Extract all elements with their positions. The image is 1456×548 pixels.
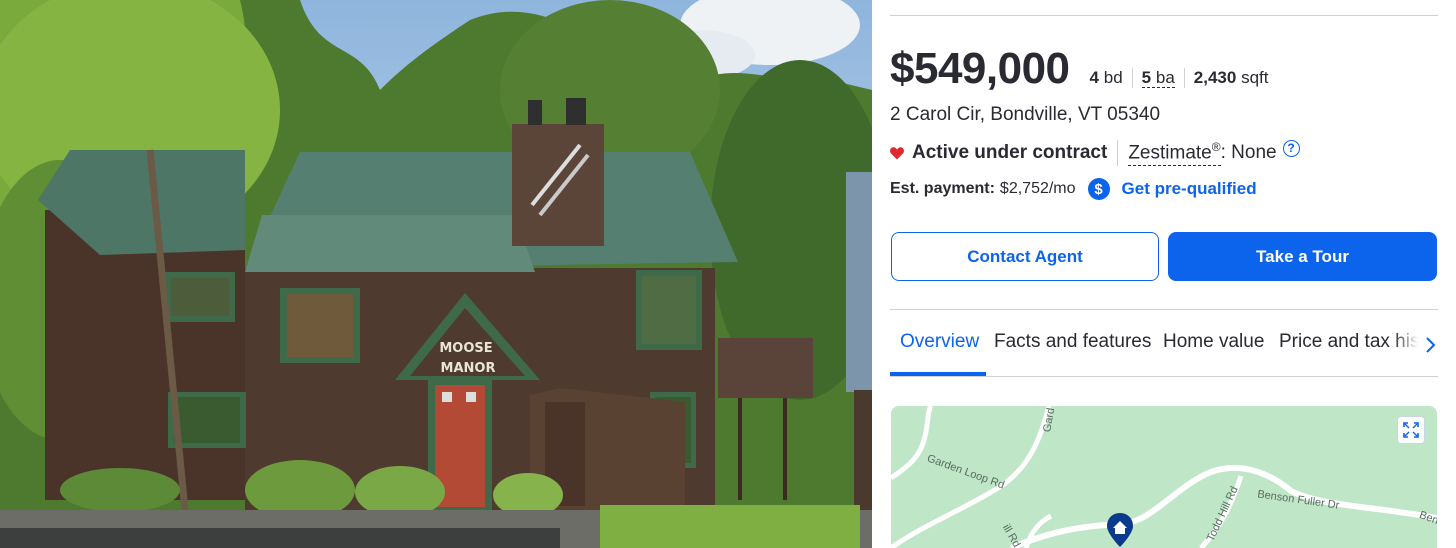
zestimate-value: : None [1220,142,1277,163]
beds-unit: bd [1103,68,1123,87]
dollar-icon: $ [1087,178,1110,200]
listing-summary-panel: $549,000 4 bd 5 ba 2,430 sqft 2 Carol Ci… [890,0,1438,548]
expand-icon[interactable] [1397,416,1425,444]
tab-home-value[interactable]: Home value [1163,331,1264,353]
baths-fact[interactable]: 5 ba [1131,68,1184,88]
baths-tooltip-trigger[interactable]: 5 ba [1141,68,1175,88]
listing-price: $549,000 [890,44,1070,93]
beds-value: 4 [1089,68,1099,87]
zestimate-reg: ® [1211,140,1221,155]
top-divider [890,15,1438,16]
section-divider [890,309,1438,310]
tabs-divider [890,376,1438,377]
bed-bath-sqft: 4 bd 5 ba 2,430 sqft [1090,68,1278,88]
get-prequalified-link[interactable]: Get pre-qualified [1122,179,1257,199]
tab-overview[interactable]: Overview [900,331,979,353]
status-divider [1117,140,1119,166]
chevron-right-icon[interactable] [1424,336,1436,354]
baths-unit: ba [1155,68,1175,87]
price-row: $549,000 4 bd 5 ba 2,430 sqft [890,44,1277,94]
sign-line2: MANOR [441,361,496,376]
payment-row: Est. payment: $2,752/mo $ Get pre-qualif… [890,178,1257,200]
tab-facts-and-features[interactable]: Facts and features [994,331,1151,353]
zestimate-text: Zestimate [1128,142,1212,164]
zestimate-label[interactable]: Zestimate® [1128,140,1221,166]
location-map[interactable]: Garden Loop Rd Benson Fuller Dr Todd Hil… [891,406,1437,548]
sqft-value: 2,430 [1193,68,1237,87]
home-pin-icon[interactable] [1105,512,1135,548]
beds-fact: 4 bd [1090,68,1132,88]
listing-photo[interactable]: MOOSE MANOR [0,0,872,548]
heart-icon [890,146,904,159]
baths-value: 5 [1141,68,1152,87]
sign-line1: MOOSE [439,341,492,356]
status-row: Active under contract Zestimate® : None … [890,139,1300,166]
sqft-fact: 2,430 sqft [1183,68,1278,88]
take-a-tour-button[interactable]: Take a Tour [1168,232,1437,281]
help-icon[interactable]: ? [1282,139,1300,157]
contact-agent-button[interactable]: Contact Agent [891,232,1159,281]
payment-value: $2,752/mo [999,180,1076,197]
listing-address: 2 Carol Cir, Bondville, VT 05340 [890,104,1161,125]
house-photo: MOOSE MANOR [0,0,872,548]
listing-status: Active under contract [912,142,1108,163]
section-tabs: Overview Facts and features Home value P… [890,318,1438,376]
payment-label: Est. payment: [890,180,995,197]
sqft-unit: sqft [1241,68,1269,87]
